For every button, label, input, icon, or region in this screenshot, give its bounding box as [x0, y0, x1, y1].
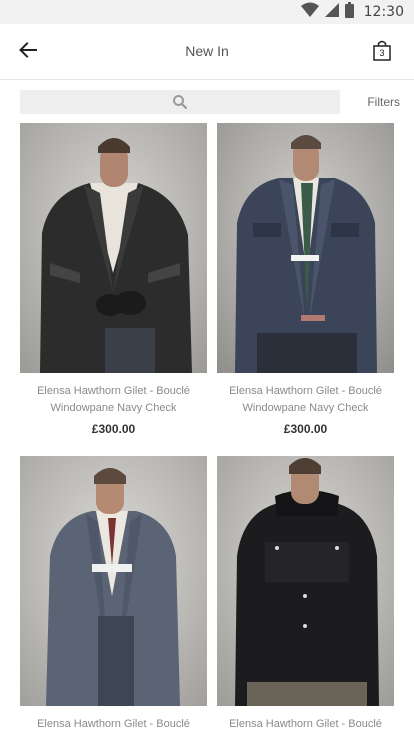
search-row: Filters: [0, 90, 414, 114]
battery-icon: [344, 1, 354, 23]
product-name-line1: Elensa Hawthorn Gilet - Bouclé: [37, 718, 190, 730]
filters-button[interactable]: Filters: [367, 95, 400, 109]
product-image[interactable]: [217, 456, 394, 706]
product-price: £300.00: [91, 422, 136, 436]
wifi-icon: [300, 2, 319, 23]
product-card[interactable]: Elensa Hawthorn Gilet - Bouclé Windowpan…: [217, 123, 394, 436]
cell-signal-icon: [324, 2, 339, 23]
status-bar: 12:30: [0, 0, 414, 24]
app-header: New In 3: [0, 24, 414, 80]
status-time: 12:30: [363, 4, 404, 20]
product-card[interactable]: Elensa Hawthorn Gilet - Bouclé: [20, 456, 207, 733]
product-image[interactable]: [20, 456, 207, 706]
product-name-line1: Elensa Hawthorn Gilet - Bouclé: [37, 385, 190, 397]
product-name[interactable]: Elensa Hawthorn Gilet - Bouclé: [217, 716, 394, 733]
product-card[interactable]: Elensa Hawthorn Gilet - Bouclé Windowpan…: [20, 123, 207, 436]
product-name-line1: Elensa Hawthorn Gilet - Bouclé: [229, 718, 382, 730]
product-card[interactable]: Elensa Hawthorn Gilet - Bouclé: [217, 456, 394, 733]
product-image[interactable]: [20, 123, 207, 373]
product-image[interactable]: [217, 123, 394, 373]
product-name[interactable]: Elensa Hawthorn Gilet - Bouclé Windowpan…: [217, 383, 394, 417]
product-name-line2: Windowpane Navy Check: [50, 402, 177, 414]
product-name[interactable]: Elensa Hawthorn Gilet - Bouclé: [20, 716, 207, 733]
search-input[interactable]: [20, 90, 340, 114]
product-name-line1: Elensa Hawthorn Gilet - Bouclé: [229, 385, 382, 397]
page-title: New In: [185, 43, 229, 59]
product-name-line2: Windowpane Navy Check: [242, 402, 369, 414]
bag-count-badge: 3: [379, 48, 385, 58]
shopping-bag-button[interactable]: 3: [372, 39, 392, 63]
product-name[interactable]: Elensa Hawthorn Gilet - Bouclé Windowpan…: [20, 383, 207, 417]
product-price: £300.00: [283, 422, 328, 436]
status-icons: 12:30: [300, 1, 404, 23]
